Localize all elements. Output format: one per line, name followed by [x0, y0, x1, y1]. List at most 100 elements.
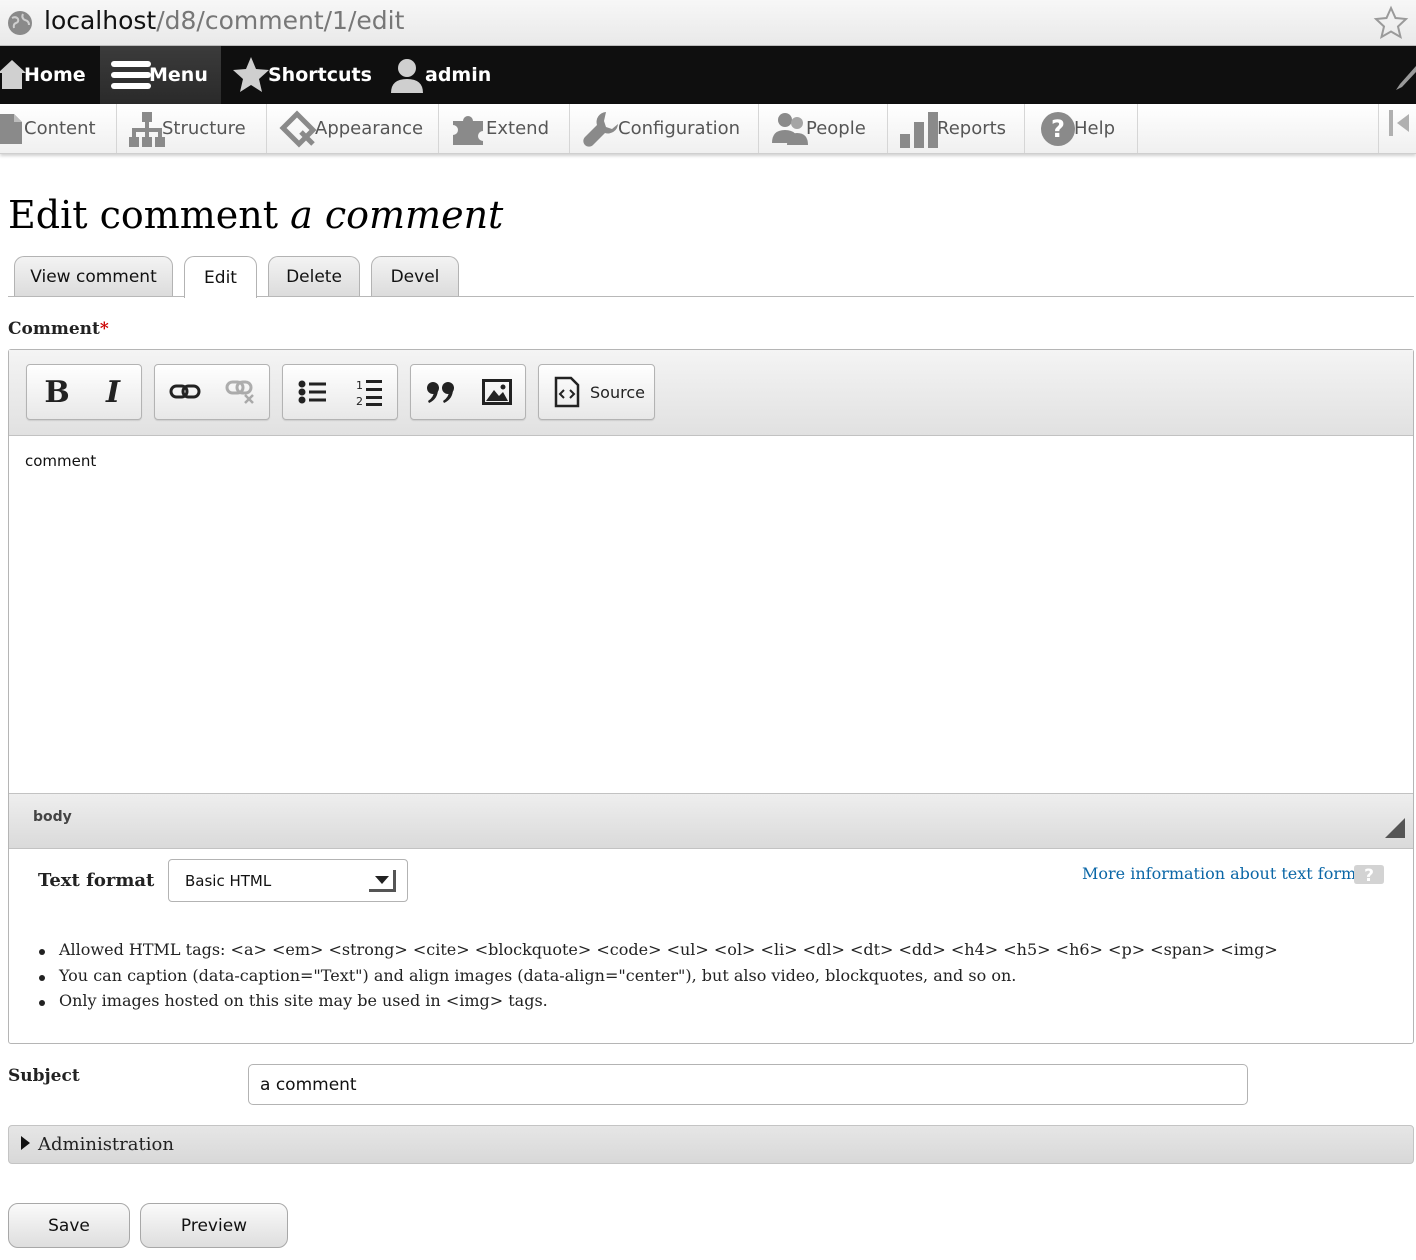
hamburger-icon	[111, 61, 151, 89]
image-icon	[482, 379, 512, 405]
guideline-item: Allowed HTML tags: <a> <em> <strong> <ci…	[39, 940, 1278, 966]
link-button[interactable]	[157, 365, 213, 419]
text-format-guidelines: Allowed HTML tags: <a> <em> <strong> <ci…	[39, 940, 1278, 1017]
comment-editor: B I 1 2 Source comment body Text format …	[8, 349, 1414, 1044]
page-title: Edit comment a comment	[8, 193, 504, 237]
editor-content-area[interactable]: comment	[9, 436, 1413, 793]
pencil-icon[interactable]	[1392, 62, 1416, 92]
tab-edit[interactable]: Edit	[184, 256, 257, 298]
help-icon: ?	[1041, 111, 1075, 146]
source-code-icon	[554, 376, 580, 408]
italic-icon: I	[105, 375, 121, 409]
resize-handle-icon[interactable]	[1385, 818, 1405, 838]
bold-button[interactable]: B	[29, 365, 85, 419]
comment-label: Comment*	[8, 319, 109, 339]
source-button[interactable]: Source	[539, 365, 653, 419]
tray-structure-label: Structure	[162, 118, 246, 139]
text-format-selected: Basic HTML	[185, 872, 272, 890]
blockquote-button[interactable]	[413, 365, 469, 419]
brush-icon	[279, 109, 317, 148]
editor-toolbar: B I 1 2 Source	[9, 350, 1413, 436]
more-info-text-formats-link[interactable]: More information about text formats	[1082, 864, 1380, 883]
bulleted-list-button[interactable]	[285, 365, 341, 419]
required-marker: *	[99, 319, 109, 339]
tray-configuration-label: Configuration	[618, 118, 741, 139]
svg-text:B: B	[44, 375, 69, 409]
numbered-list-icon: 1 2	[356, 379, 382, 407]
source-group: Source	[538, 364, 655, 420]
help-icon[interactable]: ?	[1354, 863, 1384, 887]
bookmark-star-icon[interactable]	[1373, 5, 1409, 41]
editor-element-path: body	[9, 793, 1413, 849]
admin-tray: Content Structure Appearance Extend Conf…	[0, 104, 1416, 154]
editor-paragraph: comment	[25, 452, 97, 470]
preview-button[interactable]: Preview	[140, 1203, 288, 1248]
toolbar-shortcuts-label: Shortcuts	[268, 64, 372, 86]
svg-text:I: I	[105, 375, 121, 409]
guideline-item: You can caption (data-caption="Text") an…	[39, 966, 1278, 992]
tab-view-comment[interactable]: View comment	[14, 256, 173, 296]
tray-people-label: People	[806, 118, 866, 139]
toolbar-home-label: Home	[24, 64, 86, 86]
bulleted-list-icon	[298, 380, 326, 404]
user-icon	[391, 59, 423, 93]
star-icon	[233, 57, 269, 92]
globe-icon	[8, 11, 32, 35]
tray-content-label: Content	[24, 118, 96, 139]
text-format-label: Text format	[38, 870, 155, 891]
element-path-body[interactable]: body	[33, 809, 72, 825]
blockquote-icon	[427, 382, 454, 403]
administration-details[interactable]: Administration	[8, 1125, 1414, 1164]
puzzle-icon	[453, 115, 483, 145]
formatting-group: B I	[26, 364, 142, 420]
toolbar-menu-label: Menu	[149, 64, 208, 86]
tray-help-label: Help	[1074, 118, 1116, 139]
browser-url-bar[interactable]: localhost/d8/comment/1/edit	[0, 0, 1416, 46]
numbered-list-button[interactable]: 1 2	[341, 365, 397, 419]
tray-item-help[interactable]: ? Help	[1025, 104, 1138, 153]
toolbar-item-home[interactable]: Home	[0, 46, 100, 104]
tab-devel[interactable]: Devel	[371, 256, 459, 296]
tray-item-extend[interactable]: Extend	[439, 104, 570, 153]
unlink-button[interactable]	[213, 365, 269, 419]
tray-reports-label: Reports	[937, 118, 1007, 139]
tray-item-configuration[interactable]: Configuration	[570, 104, 759, 153]
svg-text:?: ?	[1051, 115, 1065, 143]
tray-item-content[interactable]: Content	[0, 104, 117, 153]
home-icon	[0, 60, 26, 89]
save-button[interactable]: Save	[8, 1203, 130, 1248]
subject-input[interactable]	[248, 1064, 1248, 1105]
toolbar-admin-label: admin	[425, 64, 492, 86]
toolbar-item-menu[interactable]: Menu	[100, 46, 221, 104]
svg-text:?: ?	[1364, 866, 1374, 886]
svg-text:2: 2	[356, 395, 363, 407]
bold-icon: B	[44, 375, 69, 409]
link-icon	[169, 384, 201, 399]
media-group	[410, 364, 526, 420]
administration-label: Administration	[38, 1134, 174, 1155]
dropdown-arrow-icon	[369, 870, 396, 892]
tray-extend-label: Extend	[486, 118, 549, 139]
tab-delete[interactable]: Delete	[268, 256, 360, 296]
bar-chart-icon	[900, 111, 938, 148]
list-group: 1 2	[282, 364, 398, 420]
tray-item-reports[interactable]: Reports	[888, 104, 1025, 153]
unlink-icon	[225, 380, 254, 404]
image-button[interactable]	[469, 365, 525, 419]
url-text[interactable]: localhost/d8/comment/1/edit	[44, 6, 404, 35]
toolbar-item-shortcuts[interactable]: Shortcuts	[221, 46, 381, 104]
tray-item-people[interactable]: People	[759, 104, 888, 153]
guideline-item: Only images hosted on this site may be u…	[39, 991, 1278, 1017]
text-format-select[interactable]: Basic HTML	[168, 859, 408, 902]
tray-item-appearance[interactable]: Appearance	[267, 104, 439, 153]
tray-orientation-toggle[interactable]	[1378, 104, 1416, 153]
people-icon	[772, 112, 808, 145]
link-group	[154, 364, 270, 420]
toolbar-item-admin[interactable]: admin	[381, 46, 501, 104]
tray-appearance-label: Appearance	[315, 118, 424, 139]
document-icon	[0, 113, 22, 144]
local-tasks-tabs: View comment Edit Delete Devel	[8, 254, 1414, 298]
source-label: Source	[590, 382, 645, 402]
italic-button[interactable]: I	[85, 365, 141, 419]
tray-item-structure[interactable]: Structure	[117, 104, 267, 153]
